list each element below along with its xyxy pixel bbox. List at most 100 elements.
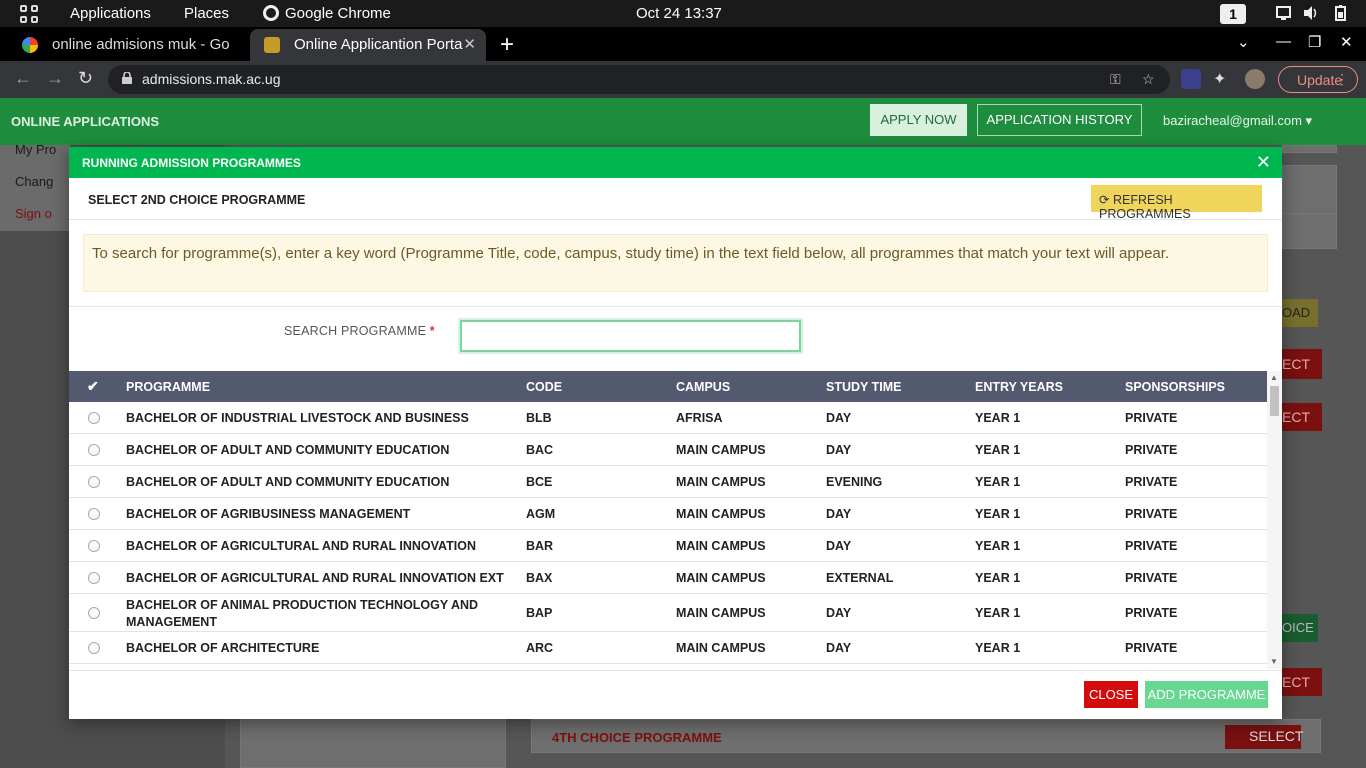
address-bar[interactable]: admissions.mak.ac.ug ⚿ ☆ (108, 65, 1170, 94)
bookmark-star-icon[interactable]: ☆ (1142, 71, 1155, 88)
table-row[interactable]: BACHELOR OF ADULT AND COMMUNITY EDUCATIO… (69, 466, 1267, 498)
browser-tab-active[interactable]: Online Applicantion Porta ✕ (250, 29, 486, 61)
avatar[interactable] (1245, 69, 1265, 89)
app-grid-icon[interactable] (20, 5, 38, 23)
reload-icon[interactable]: ↻ (78, 68, 93, 89)
system-top-bar: Applications Places Google Chrome Oct 24… (0, 0, 1366, 27)
forward-icon[interactable]: → (46, 68, 64, 89)
battery-icon[interactable] (1332, 5, 1350, 21)
maximize-icon[interactable]: ❐ (1308, 33, 1321, 51)
back-icon[interactable]: ← (14, 68, 32, 89)
applications-menu[interactable]: Applications (70, 5, 151, 22)
sidebar-item-change[interactable]: Chang (15, 174, 53, 189)
row-radio[interactable] (88, 508, 100, 520)
cell-study-time: DAY (826, 411, 852, 425)
cell-code: BAC (526, 443, 554, 457)
cell-code: BAR (526, 539, 554, 553)
browser-tab[interactable]: online admisions muk - Go (8, 29, 248, 61)
row-radio[interactable] (88, 540, 100, 552)
bg-card (1282, 165, 1337, 220)
workspace-indicator[interactable]: 1 (1220, 4, 1246, 24)
table-row[interactable]: BACHELOR OF ADULT AND COMMUNITY EDUCATIO… (69, 434, 1267, 466)
site-favicon-icon (264, 37, 280, 53)
update-button[interactable]: Update ⋮ (1278, 66, 1358, 93)
column-header-sponsorships[interactable]: SPONSORSHIPS (1125, 380, 1225, 394)
cell-campus: MAIN CAMPUS (676, 507, 766, 521)
cell-sponsorship: PRIVATE (1125, 411, 1178, 425)
bg-card (1282, 145, 1337, 153)
table-row[interactable]: BACHELOR OF ANIMAL PRODUCTION TECHNOLOGY… (69, 594, 1267, 632)
cell-sponsorship: PRIVATE (1125, 443, 1178, 457)
cell-campus: MAIN CAMPUS (676, 443, 766, 457)
bg-upload-button: OAD (1282, 299, 1318, 327)
row-radio[interactable] (88, 607, 100, 619)
chrome-icon (263, 5, 279, 21)
sidebar-item-profile[interactable]: My Pro (15, 142, 56, 157)
table-scrollbar[interactable]: ▲ ▼ (1267, 371, 1282, 669)
bg-card (1282, 213, 1337, 249)
row-radio[interactable] (88, 412, 100, 424)
active-app-menu[interactable]: Google Chrome (285, 5, 391, 22)
cell-sponsorship: PRIVATE (1125, 539, 1178, 553)
url-text[interactable]: admissions.mak.ac.ug (142, 71, 281, 87)
refresh-programmes-button[interactable]: ⟳ REFRESH PROGRAMMES (1091, 185, 1262, 221)
key-icon[interactable]: ⚿ (1110, 71, 1121, 88)
bg-select-button: ECT (1282, 403, 1322, 431)
select-all-check-icon[interactable]: ✔ (87, 378, 99, 395)
volume-icon[interactable] (1302, 5, 1320, 21)
cell-sponsorship: PRIVATE (1125, 571, 1178, 585)
puzzle-icon[interactable]: ✦ (1213, 69, 1233, 89)
scroll-thumb[interactable] (1270, 386, 1279, 416)
tab-search-icon[interactable]: ⌄ (1237, 33, 1250, 51)
search-label-text: SEARCH PROGRAMME (284, 324, 427, 338)
table-row[interactable]: BACHELOR OF AGRICULTURAL AND RURAL INNOV… (69, 530, 1267, 562)
close-tab-icon[interactable]: ✕ (463, 35, 476, 53)
row-radio[interactable] (88, 444, 100, 456)
extension-icon[interactable] (1181, 69, 1201, 89)
table-row[interactable]: BACHELOR OF ARCHITECTURE ARC MAIN CAMPUS… (69, 632, 1267, 664)
table-row[interactable]: BACHELOR OF AGRICULTURAL AND RURAL INNOV… (69, 562, 1267, 594)
table-row[interactable]: BACHELOR OF INDUSTRIAL LIVESTOCK AND BUS… (69, 402, 1267, 434)
modal-footer: CLOSE ADD PROGRAMME (69, 670, 1282, 719)
kebab-menu-icon[interactable]: ⋮ (1335, 71, 1349, 88)
row-radio[interactable] (88, 476, 100, 488)
apply-now-button[interactable]: APPLY NOW (870, 104, 967, 136)
column-header-entry-years[interactable]: ENTRY YEARS (975, 380, 1063, 394)
minimize-icon[interactable]: — (1276, 33, 1291, 50)
search-programme-input[interactable] (460, 320, 801, 352)
caret-down-icon: ▾ (1305, 113, 1313, 128)
modal-subtitle: SELECT 2ND CHOICE PROGRAMME (88, 193, 306, 207)
clock[interactable]: Oct 24 13:37 (636, 5, 722, 22)
new-tab-icon[interactable]: + (500, 31, 514, 59)
cell-study-time: DAY (826, 539, 852, 553)
site-brand[interactable]: ONLINE APPLICATIONS (11, 114, 159, 129)
display-icon[interactable] (1275, 5, 1293, 21)
browser-tab-strip: online admisions muk - Go Online Applica… (0, 27, 1366, 61)
cell-programme: BACHELOR OF INDUSTRIAL LIVESTOCK AND BUS… (126, 411, 469, 425)
row-radio[interactable] (88, 642, 100, 654)
user-menu[interactable]: baziracheal@gmail.com ▾ (1163, 113, 1312, 129)
cell-study-time: DAY (826, 507, 852, 521)
cell-programme: BACHELOR OF AGRICULTURAL AND RURAL INNOV… (126, 539, 476, 553)
application-history-button[interactable]: APPLICATION HISTORY (977, 104, 1142, 136)
table-row[interactable]: BACHELOR OF AGRIBUSINESS MANAGEMENT AGM … (69, 498, 1267, 530)
close-window-icon[interactable]: ✕ (1340, 33, 1353, 51)
column-header-code[interactable]: CODE (526, 380, 562, 394)
scroll-up-icon[interactable]: ▲ (1270, 373, 1278, 382)
cell-code: BLB (526, 411, 552, 425)
close-button[interactable]: CLOSE (1084, 681, 1138, 708)
places-menu[interactable]: Places (184, 5, 229, 22)
add-programme-button[interactable]: ADD PROGRAMME (1145, 681, 1268, 708)
column-header-campus[interactable]: CAMPUS (676, 380, 730, 394)
column-header-study-time[interactable]: STUDY TIME (826, 380, 901, 394)
row-radio[interactable] (88, 572, 100, 584)
scroll-down-icon[interactable]: ▼ (1270, 657, 1278, 666)
lock-icon[interactable] (122, 72, 132, 84)
cell-programme: BACHELOR OF ADULT AND COMMUNITY EDUCATIO… (126, 443, 450, 457)
close-icon[interactable]: ✕ (1256, 152, 1271, 172)
tab-title: Online Applicantion Porta (294, 36, 463, 53)
sidebar-item-signout[interactable]: Sign o (15, 206, 52, 221)
modal-title: RUNNING ADMISSION PROGRAMMES (82, 156, 301, 170)
cell-entry-years: YEAR 1 (975, 443, 1021, 457)
column-header-programme[interactable]: PROGRAMME (126, 380, 210, 394)
